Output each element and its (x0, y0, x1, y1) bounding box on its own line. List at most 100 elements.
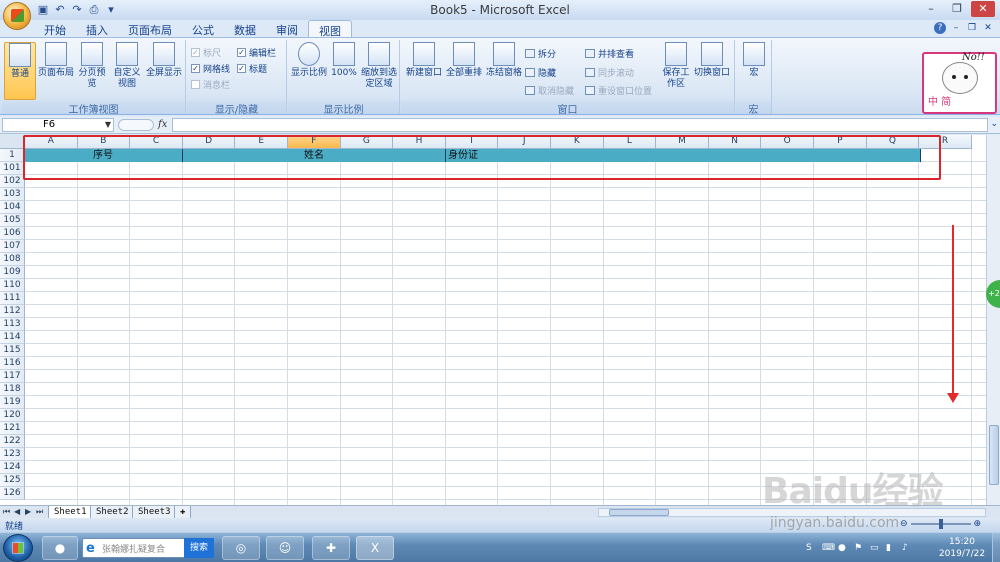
formula-input[interactable] (172, 118, 988, 132)
sogou-tray-icon[interactable]: S (806, 543, 817, 554)
last-sheet-icon[interactable]: ⏭ (36, 507, 43, 517)
color-ball-app-icon[interactable]: ● (42, 536, 78, 560)
zoom-in-icon[interactable]: ⊕ (974, 519, 982, 529)
volume-tray-icon[interactable]: ♪ (902, 543, 913, 554)
zoom-to-selection-button[interactable]: 缩放到选定区域 (360, 42, 398, 90)
name-box[interactable]: F6 ▼ (2, 118, 114, 132)
row-header[interactable]: 109 (0, 266, 25, 279)
row-header[interactable]: 119 (0, 396, 25, 409)
row-header[interactable]: 113 (0, 318, 25, 331)
row-header[interactable]: 112 (0, 305, 25, 318)
row-header[interactable]: 114 (0, 331, 25, 344)
full-screen-button[interactable]: 全屏显示 (144, 42, 184, 79)
page-layout-view-button[interactable]: 页面布局 (38, 42, 74, 79)
normal-view-button[interactable]: 普通 (4, 42, 36, 100)
expand-formula-bar-icon[interactable]: ⌄ (990, 119, 998, 129)
row-header[interactable]: 115 (0, 344, 25, 357)
row-header[interactable]: 101 (0, 162, 25, 175)
tab-formulas[interactable]: 公式 (182, 20, 224, 38)
office-button[interactable] (3, 2, 31, 30)
workbook-close-icon[interactable]: ✕ (982, 22, 994, 34)
zoom-button[interactable]: 显示比例 (290, 42, 328, 79)
network-tray-icon[interactable]: ▮ (886, 543, 897, 554)
shield-tray-icon[interactable]: ● (838, 543, 849, 554)
row-header[interactable]: 102 (0, 175, 25, 188)
formula-buttons[interactable] (118, 119, 154, 131)
horizontal-scroll-thumb[interactable] (609, 509, 669, 516)
excel-app-icon[interactable]: X (356, 536, 394, 560)
restore-icon[interactable]: ❐ (945, 1, 969, 17)
security-app-icon[interactable]: ✚ (312, 536, 350, 560)
zoom-out-icon[interactable]: ⊖ (900, 519, 908, 529)
zoom-knob[interactable] (938, 519, 943, 529)
row-header[interactable]: 118 (0, 383, 25, 396)
wechat-app-icon[interactable]: ☺ (266, 536, 304, 560)
row-header[interactable]: 120 (0, 409, 25, 422)
message-bar-checkbox[interactable]: 消息栏 (191, 78, 230, 91)
next-sheet-icon[interactable]: ▶ (25, 507, 31, 516)
row-header[interactable]: 103 (0, 188, 25, 201)
gridlines-checkbox[interactable]: ✓ 网格线 (191, 62, 230, 75)
taskbar-search-button[interactable]: 搜索 (184, 538, 214, 558)
formula-bar-checkbox[interactable]: ✓ 编辑栏 (237, 46, 276, 59)
insert-function-icon[interactable]: fx (158, 119, 167, 130)
workbook-minimize-icon[interactable]: – (950, 22, 962, 34)
row-header[interactable]: 117 (0, 370, 25, 383)
minimize-icon[interactable]: – (919, 1, 943, 17)
zoom-track[interactable] (910, 519, 971, 529)
browser-app-icon[interactable]: ◎ (222, 536, 260, 560)
prev-sheet-icon[interactable]: ◀ (14, 507, 20, 516)
row-header[interactable]: 124 (0, 461, 25, 474)
zoom-100-button[interactable]: 100% (330, 42, 358, 79)
ruler-checkbox[interactable]: ✓ 标尺 (191, 46, 221, 59)
start-button[interactable] (3, 534, 33, 562)
first-sheet-icon[interactable]: ⏮ (3, 507, 10, 517)
reset-window-position-button[interactable]: 重设窗口位置 (585, 84, 652, 97)
row-header[interactable]: 111 (0, 292, 25, 305)
tab-insert[interactable]: 插入 (76, 20, 118, 38)
custom-views-button[interactable]: 自定义视图 (112, 42, 142, 90)
page-break-preview-button[interactable]: 分页预览 (78, 42, 106, 90)
tab-data[interactable]: 数据 (224, 20, 266, 38)
monitor-tray-icon[interactable]: ▭ (870, 543, 881, 554)
taskbar-search-box[interactable]: e 张翰娜扎疑复合 搜索 (82, 538, 214, 558)
row-header[interactable]: 107 (0, 240, 25, 253)
name-box-dropdown-icon[interactable]: ▼ (105, 119, 111, 131)
synchronous-scrolling-button[interactable]: 同步滚动 (585, 66, 634, 79)
hide-button[interactable]: 隐藏 (525, 66, 556, 79)
taskbar-search-text[interactable]: 张翰娜扎疑复合 (102, 542, 165, 555)
select-all-corner[interactable] (0, 135, 25, 149)
vertical-scrollbar[interactable] (986, 135, 1000, 505)
tab-review[interactable]: 审阅 (266, 20, 308, 38)
show-desktop-button[interactable] (992, 533, 1000, 562)
switch-windows-button[interactable]: 切换窗口 (693, 42, 731, 79)
taskbar-clock[interactable]: 15:20 2019/7/22 (935, 536, 989, 560)
row-header[interactable]: 1 (0, 149, 25, 162)
tab-home[interactable]: 开始 (34, 20, 76, 38)
row-header[interactable]: 116 (0, 357, 25, 370)
row-header[interactable]: 122 (0, 435, 25, 448)
keyboard-tray-icon[interactable]: ⌨ (822, 543, 835, 554)
row-header[interactable]: 121 (0, 422, 25, 435)
close-icon[interactable]: ✕ (971, 1, 995, 17)
zoom-slider[interactable]: ⊖ ⊕ (900, 519, 981, 529)
row-header[interactable]: 123 (0, 448, 25, 461)
macros-button[interactable]: 宏 (740, 42, 768, 79)
row-header[interactable]: 106 (0, 227, 25, 240)
arrange-all-button[interactable]: 全部重排 (445, 42, 483, 79)
flag-tray-icon[interactable]: ⚑ (854, 543, 865, 554)
tab-page-layout[interactable]: 页面布局 (118, 20, 182, 38)
save-workspace-button[interactable]: 保存工作区 (659, 42, 693, 90)
row-header[interactable]: 126 (0, 487, 25, 500)
row-header[interactable]: 104 (0, 201, 25, 214)
row-header[interactable]: 110 (0, 279, 25, 292)
vertical-scroll-thumb[interactable] (989, 425, 999, 485)
workbook-restore-icon[interactable]: ❐ (966, 22, 978, 34)
tab-view[interactable]: 视图 (308, 20, 352, 38)
row-header[interactable]: 125 (0, 474, 25, 487)
row-header[interactable]: 108 (0, 253, 25, 266)
view-side-by-side-button[interactable]: 并排查看 (585, 47, 634, 60)
unhide-button[interactable]: 取消隐藏 (525, 84, 574, 97)
new-window-button[interactable]: 新建窗口 (405, 42, 443, 79)
freeze-panes-button[interactable]: 冻结窗格 (485, 42, 523, 79)
